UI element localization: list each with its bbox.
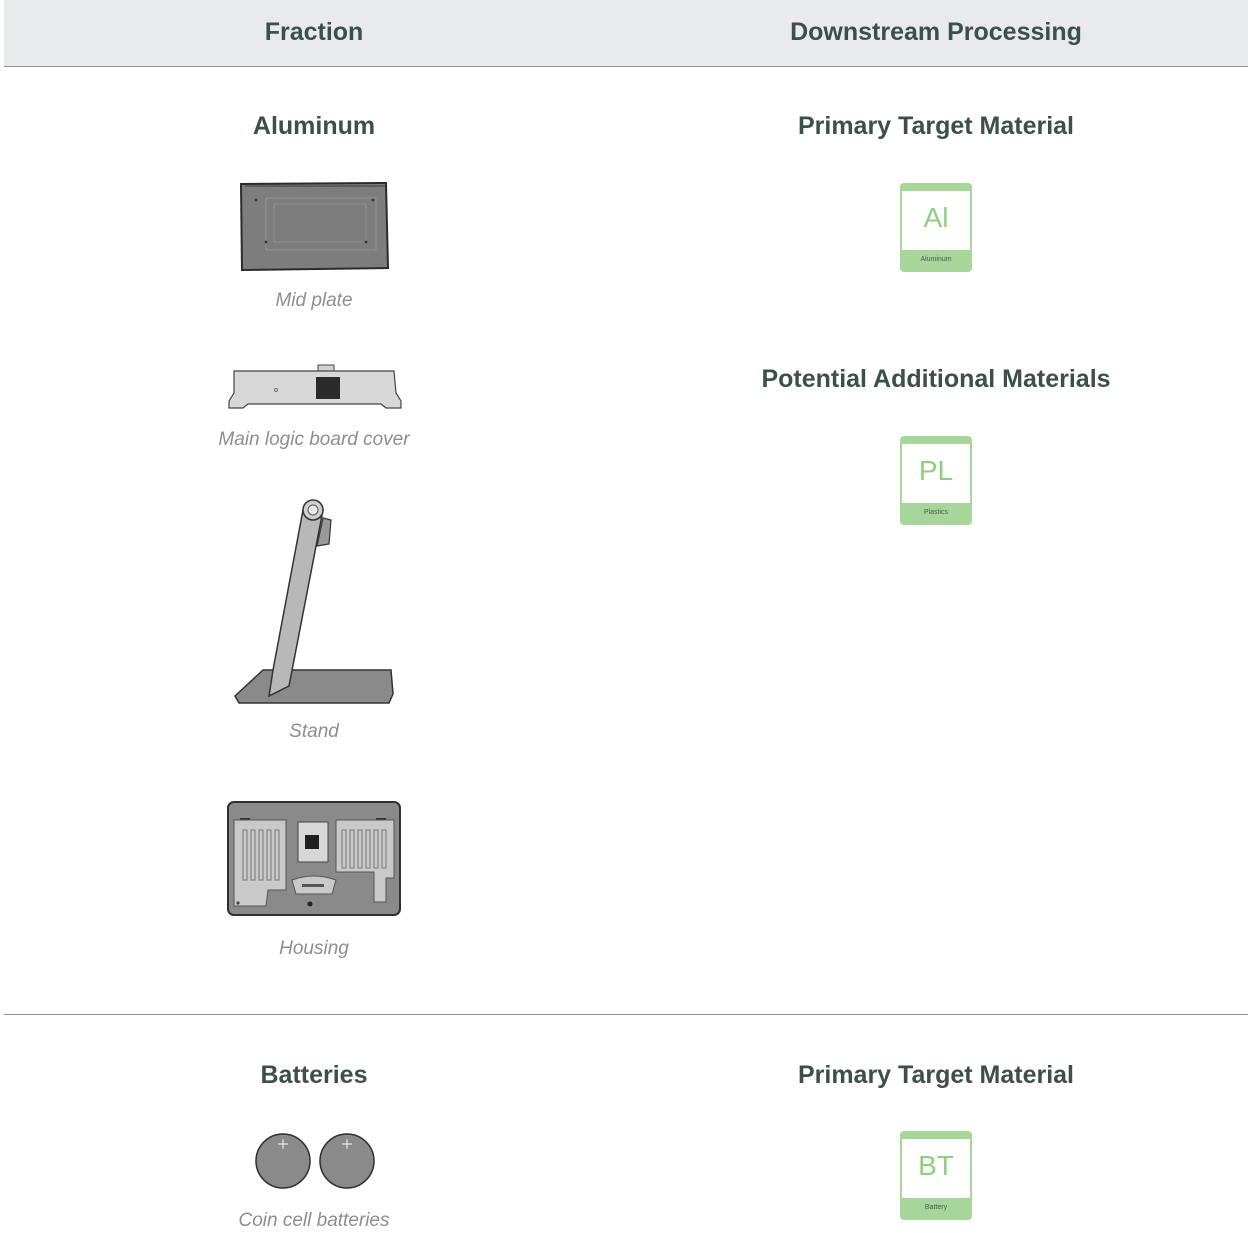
- caption-housing: Housing: [279, 938, 349, 959]
- caption-stand: Stand: [289, 721, 339, 742]
- primary-target-heading-batteries: Primary Target Material: [797, 1061, 1075, 1089]
- table-header: Fraction Downstream Processing: [4, 0, 1248, 67]
- material-symbol: Al: [923, 202, 949, 233]
- stand-illustration: [234, 499, 394, 704]
- downstream-column-header: Downstream Processing: [790, 18, 1082, 46]
- caption-mid-plate: Mid plate: [275, 290, 353, 311]
- material-symbol: PL: [918, 455, 954, 486]
- fraction-column-header: Fraction: [264, 18, 364, 46]
- primary-target-heading-aluminum: Primary Target Material: [797, 112, 1075, 140]
- caption-main-logic-board-cover: Main logic board cover: [218, 429, 410, 450]
- logic-board-cover-illustration: [228, 364, 402, 409]
- material-name: Plastics: [902, 503, 970, 523]
- material-tile-battery: BT Battery: [900, 1131, 972, 1220]
- caption-coin-cell-batteries: Coin cell batteries: [238, 1210, 390, 1231]
- fraction-title-batteries: Batteries: [260, 1061, 368, 1089]
- coin-cell-batteries-illustration: [255, 1133, 375, 1189]
- mid-plate-illustration: [239, 181, 390, 272]
- housing-illustration: [227, 801, 401, 916]
- material-symbol: BT: [918, 1150, 954, 1181]
- section-divider: [4, 1014, 1248, 1015]
- material-name: Battery: [902, 1198, 970, 1218]
- material-tile-plastics: PL Plastics: [900, 436, 972, 525]
- additional-materials-heading: Potential Additional Materials: [761, 365, 1111, 393]
- fraction-title-aluminum: Aluminum: [252, 112, 376, 140]
- material-name: Aluminum: [902, 250, 970, 270]
- material-tile-aluminum: Al Aluminum: [900, 183, 972, 272]
